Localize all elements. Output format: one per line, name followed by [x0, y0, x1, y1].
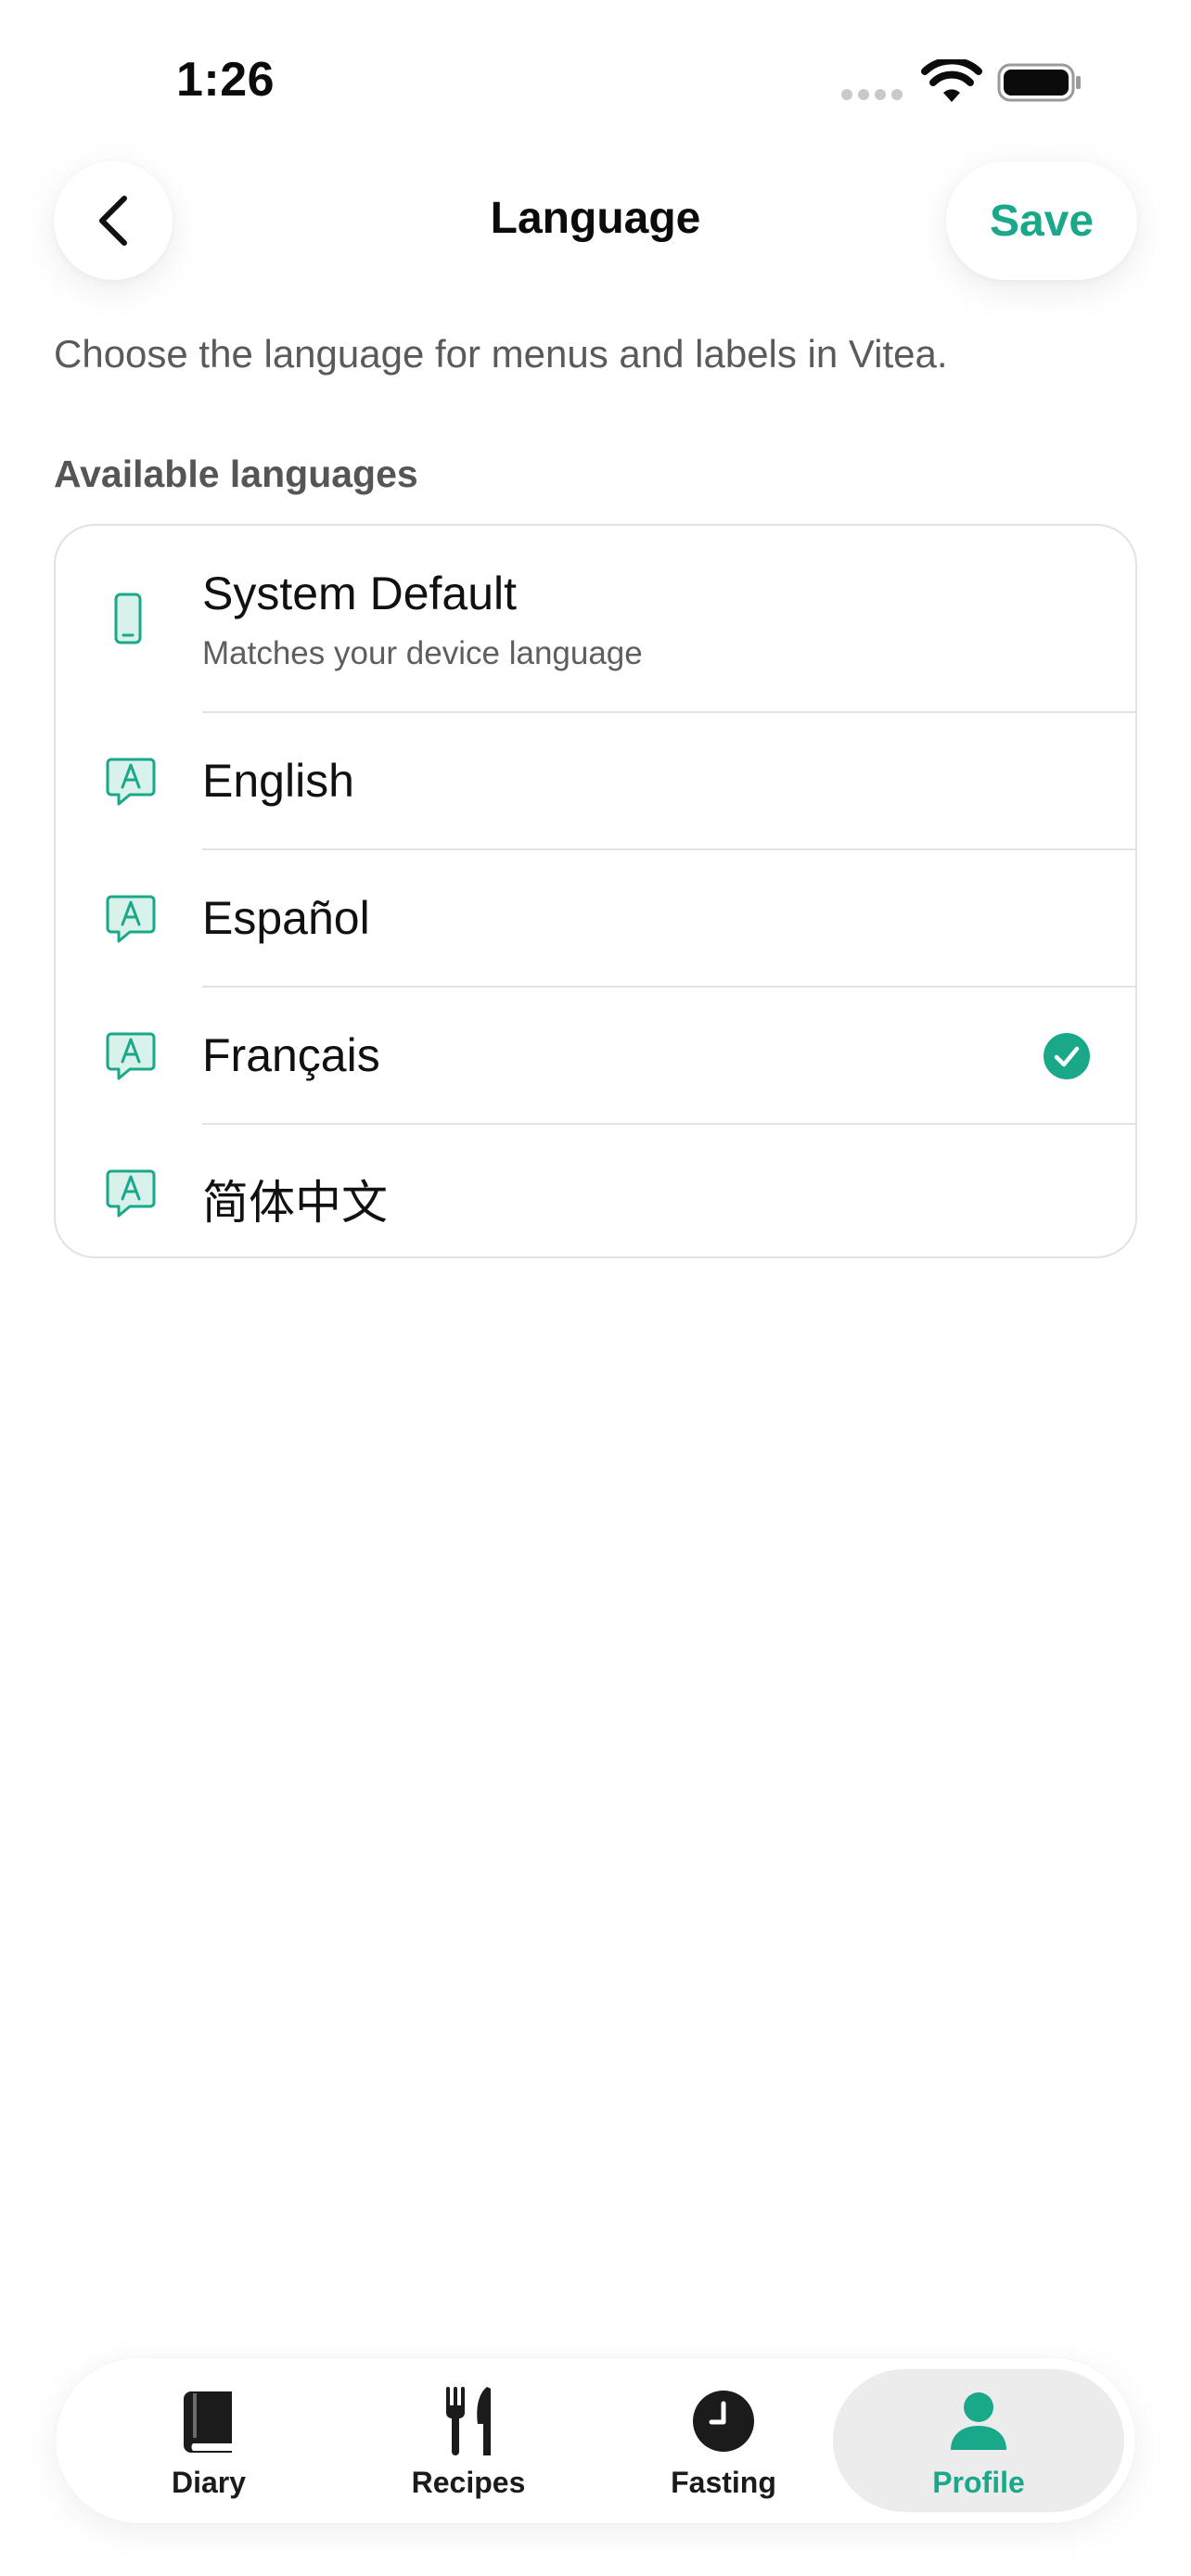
tab-label: Diary [171, 2466, 247, 2499]
person-icon [949, 2384, 1008, 2458]
status-time: 1:26 [176, 53, 275, 107]
cellular-signal-icon [841, 89, 903, 100]
language-label: Español [202, 892, 370, 944]
language-label: English [202, 755, 354, 807]
language-bubble-icon [104, 1030, 158, 1087]
language-list: System Default Matches your device langu… [54, 524, 1137, 1258]
language-label: Français [202, 1029, 380, 1081]
tab-diary[interactable]: Diary [102, 2369, 315, 2512]
clock-icon [691, 2384, 756, 2458]
language-bubble-icon [104, 1167, 158, 1224]
language-row-francais[interactable]: Français [56, 988, 1135, 1123]
battery-icon [997, 63, 1081, 102]
tab-bar: Diary Recipes Fasting Profile [56, 2358, 1135, 2523]
fork-knife-icon [442, 2384, 494, 2458]
language-row-chinese-simplified[interactable]: 简体中文 [56, 1125, 1135, 1256]
tab-label: Profile [932, 2466, 1025, 2499]
language-label: 简体中文 [202, 1177, 388, 1229]
language-row-system-default[interactable]: System Default Matches your device langu… [56, 526, 1135, 711]
intro-text: Choose the language for menus and labels… [54, 332, 948, 376]
language-row-espanol[interactable]: Español [56, 850, 1135, 986]
language-row-english[interactable]: English [56, 713, 1135, 848]
checkmark-selected-icon [1043, 1032, 1091, 1085]
tab-profile[interactable]: Profile [833, 2369, 1124, 2512]
save-button[interactable]: Save [946, 161, 1137, 280]
language-label: System Default [202, 567, 518, 619]
language-subtitle: Matches your device language [202, 635, 643, 671]
phone-icon [104, 593, 152, 649]
status-icons [839, 59, 1081, 106]
language-settings-screen: 1:26 Language Save Choose the language f… [0, 0, 1191, 2576]
language-bubble-icon [104, 893, 158, 950]
language-bubble-icon [104, 756, 158, 812]
tab-recipes[interactable]: Recipes [362, 2369, 575, 2512]
book-icon [180, 2384, 237, 2458]
section-label: Available languages [54, 453, 418, 495]
wifi-icon [921, 59, 982, 102]
tab-label: Recipes [411, 2466, 526, 2499]
tab-label: Fasting [671, 2466, 776, 2499]
tab-fasting[interactable]: Fasting [617, 2369, 830, 2512]
